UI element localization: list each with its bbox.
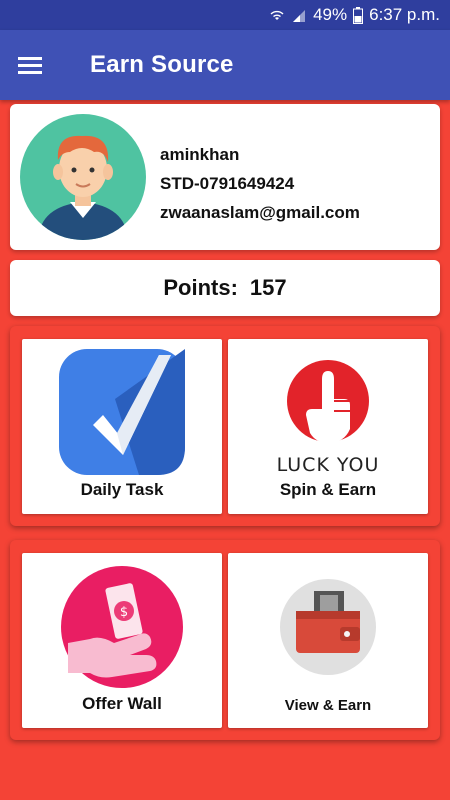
view-earn-label: View & Earn bbox=[284, 697, 372, 714]
hamburger-icon bbox=[18, 57, 42, 74]
app-title: Earn Source bbox=[90, 51, 234, 78]
clock: 6:37 p.m. bbox=[369, 5, 440, 24]
profile-email: zwaanaslam@gmail.com bbox=[160, 203, 360, 222]
profile-phone: STD-0791649424 bbox=[160, 174, 295, 193]
spin-earn-tile[interactable]: LUCK YOU Spin & Earn bbox=[228, 339, 428, 514]
menu-button[interactable] bbox=[0, 30, 60, 100]
spin-earn-label: Spin & Earn bbox=[279, 480, 377, 499]
checkmark-icon bbox=[59, 349, 185, 475]
battery-percent: 49% bbox=[313, 5, 348, 24]
avatar bbox=[20, 114, 146, 240]
daily-task-tile[interactable]: Daily Task bbox=[22, 339, 222, 514]
tile-panel-top: Daily Task LUCK YOU Spin & Earn bbox=[10, 326, 440, 526]
points-card: Points: 157 bbox=[10, 260, 440, 316]
points-label: Points: bbox=[163, 275, 238, 300]
app-bar: Earn Source bbox=[0, 30, 450, 100]
wifi-icon bbox=[269, 7, 285, 23]
spin-caption: LUCK YOU bbox=[276, 454, 380, 476]
offer-wall-tile[interactable]: $ Offer Wall bbox=[22, 553, 222, 728]
points-value: 157 bbox=[249, 275, 287, 300]
offer-wall-label: Offer Wall bbox=[82, 694, 162, 713]
signal-icon bbox=[291, 7, 307, 23]
tile-panel-bottom: $ Offer Wall View & Earn bbox=[10, 540, 440, 740]
spin-icon bbox=[287, 360, 369, 443]
status-bar: 49% 6:37 p.m. bbox=[0, 0, 450, 30]
profile-card: aminkhan STD-0791649424 zwaanaslam@gmail… bbox=[10, 104, 440, 250]
view-earn-tile[interactable]: View & Earn bbox=[228, 553, 428, 728]
money-hand-icon: $ bbox=[61, 566, 183, 688]
svg-text:$: $ bbox=[120, 605, 128, 620]
battery-icon bbox=[353, 6, 364, 24]
profile-username: aminkhan bbox=[160, 145, 240, 164]
daily-task-label: Daily Task bbox=[80, 480, 164, 499]
wallet-icon bbox=[280, 579, 376, 675]
